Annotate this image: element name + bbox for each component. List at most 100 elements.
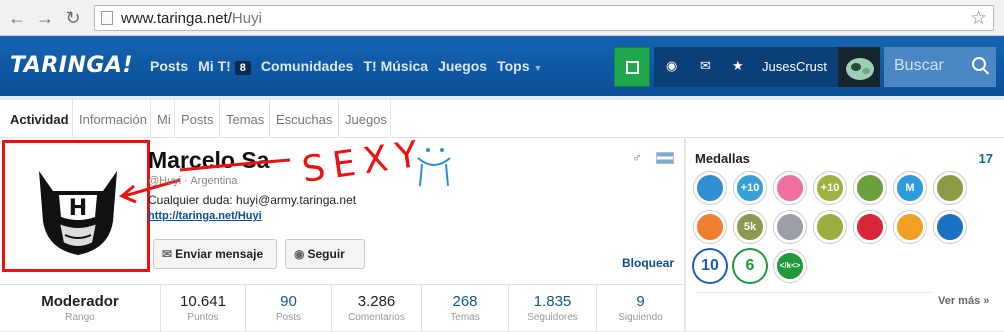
- page-icon: [101, 11, 113, 25]
- tab-posts[interactable]: Posts: [174, 100, 218, 138]
- nav-tops[interactable]: Tops ▼: [497, 58, 542, 75]
- back-icon[interactable]: ←: [6, 7, 28, 29]
- chevron-down-icon: ▼: [533, 63, 543, 73]
- address-bar[interactable]: www.taringa.net/Huyi ☆: [94, 5, 994, 31]
- male-gender-icon: ♂: [632, 150, 642, 165]
- bird-medal-icon[interactable]: [894, 211, 926, 243]
- tab-informacion[interactable]: Información: [72, 100, 151, 138]
- creature-medal-icon[interactable]: [934, 211, 966, 243]
- stat-label: Siguiendo: [618, 312, 663, 323]
- see-more-link[interactable]: Ver más »: [938, 295, 989, 307]
- pink-face-medal-icon[interactable]: [774, 172, 806, 204]
- stat-temas[interactable]: 268 Temas: [421, 285, 508, 332]
- mail-icon[interactable]: ✉: [700, 58, 711, 74]
- stat-label: Puntos: [187, 312, 219, 323]
- user-medal-icon[interactable]: [774, 211, 806, 243]
- stat-puntos: 10.641 Puntos: [160, 285, 245, 332]
- username-link[interactable]: JusesCrust: [762, 59, 827, 74]
- search-icon[interactable]: [972, 57, 986, 71]
- stat-value: 10.641: [180, 293, 226, 310]
- stat-label: Posts: [275, 312, 301, 323]
- stat-label: Comentarios: [348, 312, 405, 323]
- send-message-label: Enviar mensaje: [175, 247, 264, 261]
- stat-value: Moderador: [41, 293, 119, 310]
- sexy-text: SEXY: [300, 140, 429, 191]
- profile-tabs: Actividad Información Mi Posts Temas Esc…: [0, 100, 1004, 138]
- stat-value: 1.835: [533, 293, 572, 310]
- site-logo[interactable]: TARINGA!: [10, 53, 133, 78]
- plus10-gold-medal-icon[interactable]: +10: [814, 172, 846, 204]
- plus10-medal-icon[interactable]: +10: [734, 172, 766, 204]
- send-message-button[interactable]: ✉ Enviar mensaje: [153, 239, 277, 269]
- argentina-flag-icon: [656, 152, 674, 164]
- nav-tops-label: Tops: [497, 58, 530, 74]
- stat-value: 268: [452, 293, 478, 310]
- edit-icon: [626, 61, 639, 74]
- stat-label: Seguidores: [527, 312, 578, 323]
- nav-t-musica[interactable]: T! Música: [363, 58, 428, 75]
- follow-button[interactable]: ◉ Seguir: [285, 239, 365, 269]
- 6-medal-icon[interactable]: 6: [734, 250, 766, 282]
- stat-comentarios: 3.286 Comentarios: [331, 285, 421, 332]
- trophy-medal-icon[interactable]: [934, 172, 966, 204]
- tab-temas[interactable]: Temas: [219, 100, 268, 138]
- star-icon[interactable]: ★: [732, 58, 744, 74]
- orange-face-medal-icon[interactable]: [694, 211, 726, 243]
- search-box[interactable]: Buscar: [884, 47, 996, 87]
- profile-stats: Moderador Rango 10.641 Puntos 90 Posts 3…: [0, 284, 684, 332]
- profile-handle: @Huyi · Argentina: [148, 175, 238, 187]
- follow-label: Seguir: [307, 247, 345, 261]
- tab-actividad[interactable]: Actividad: [6, 100, 73, 138]
- stat-value: 3.286: [357, 293, 396, 310]
- batman-avatar-image: H: [39, 171, 117, 255]
- profile-avatar[interactable]: H: [2, 140, 150, 272]
- trophy-olive-medal-icon[interactable]: [814, 211, 846, 243]
- nav-mi-t[interactable]: Mi T! 8: [198, 58, 251, 75]
- forward-icon[interactable]: →: [34, 7, 56, 29]
- medals-panel: Medallas 17 +10 +10 M 5k 10 6 </k<> Ver más »: [685, 138, 1004, 331]
- medals-title: Medallas: [695, 151, 750, 166]
- create-post-button[interactable]: [614, 47, 650, 87]
- stat-label: Temas: [450, 312, 480, 323]
- browser-toolbar: ← → ↻ www.taringa.net/Huyi ☆: [0, 0, 1004, 36]
- tab-mi[interactable]: Mi: [150, 100, 175, 138]
- tab-escuchas[interactable]: Escuchas: [269, 100, 336, 138]
- stat-siguiendo[interactable]: 9 Siguiendo: [596, 285, 684, 332]
- url-text[interactable]: www.taringa.net/Huyi: [121, 10, 262, 27]
- 5k-medal-icon[interactable]: 5k: [734, 211, 766, 243]
- stat-seguidores[interactable]: 1.835 Seguidores: [508, 285, 596, 332]
- reload-icon[interactable]: ↻: [62, 7, 84, 29]
- profile-note: Cualquier duda: huyi@army.taringa.net: [148, 193, 357, 207]
- user-avatar[interactable]: [838, 47, 880, 87]
- eye-icon: ◉: [294, 247, 305, 261]
- medals-count[interactable]: 17: [979, 151, 993, 166]
- stat-label: Rango: [65, 312, 95, 323]
- site-header: TARINGA! Posts Mi T! 8 Comunidades T! Mús…: [0, 36, 1004, 96]
- search-input[interactable]: Buscar: [894, 57, 944, 75]
- nav-juegos[interactable]: Juegos: [438, 58, 487, 75]
- stat-posts[interactable]: 90 Posts: [245, 285, 331, 332]
- nav-posts[interactable]: Posts: [150, 58, 188, 75]
- sexy-scribble-annotation: SEXY: [180, 140, 451, 191]
- profile-link[interactable]: http://taringa.net/Huyi: [148, 210, 262, 222]
- code-medal-icon[interactable]: </k<>: [774, 250, 806, 282]
- notification-badge: 8: [234, 61, 251, 75]
- tab-juegos[interactable]: Juegos: [338, 100, 391, 138]
- eye-medal-icon[interactable]: [854, 172, 886, 204]
- eye-icon[interactable]: ◉: [666, 58, 677, 74]
- nav-comunidades[interactable]: Comunidades: [261, 58, 354, 75]
- book-medal-icon[interactable]: [694, 172, 726, 204]
- bookmark-star-icon[interactable]: ☆: [970, 7, 987, 30]
- stat-value: 90: [280, 293, 297, 310]
- tab-divider: [390, 100, 391, 138]
- envelope-icon: ✉: [162, 247, 173, 261]
- pink-splash-medal-icon[interactable]: [854, 211, 886, 243]
- main-nav: Posts Mi T! 8 Comunidades T! Música Juego…: [150, 58, 552, 75]
- block-link[interactable]: Bloquear: [622, 256, 674, 270]
- divider: [695, 292, 931, 293]
- stat-value: 9: [636, 293, 645, 310]
- m-medal-icon[interactable]: M: [894, 172, 926, 204]
- 10-medal-icon[interactable]: 10: [694, 250, 726, 282]
- svg-text:H: H: [69, 196, 87, 221]
- stat-rango: Moderador Rango: [0, 285, 160, 332]
